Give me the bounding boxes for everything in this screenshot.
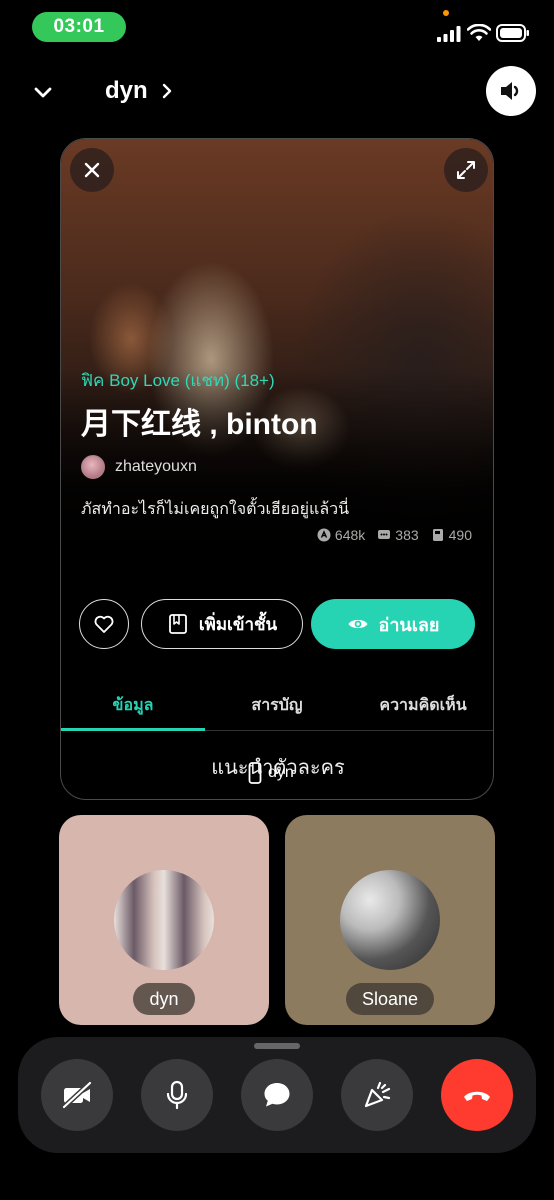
story-description: ภัสทำอะไรก็ไม่เคยถูกใจตั้วเฮียอยู่แล้วนี… — [81, 501, 350, 518]
comments-count: 383 — [395, 527, 419, 543]
add-to-library-label: เพิ่มเข้าชั้น — [198, 614, 278, 634]
phone-icon — [248, 762, 262, 784]
participant-name: Sloane — [346, 983, 434, 1015]
avatar — [340, 870, 440, 970]
reads-stat: 648k — [317, 527, 365, 543]
call-header: dyn — [0, 64, 554, 120]
screen-share-tag: dyn — [248, 762, 294, 784]
author-avatar — [81, 455, 105, 479]
story-tabs: ข้อมูล สารบัญ ความคิดเห็น — [61, 679, 493, 731]
tab-comments[interactable]: ความคิดเห็น — [351, 693, 493, 718]
mic-toggle-button[interactable] — [141, 1059, 213, 1131]
participant-tile[interactable]: dyn — [59, 815, 269, 1025]
participant-name: dyn — [133, 983, 195, 1015]
avatar — [114, 870, 214, 970]
author-row[interactable]: zhateyouxn — [81, 455, 197, 479]
author-name: zhateyouxn — [115, 458, 197, 475]
end-call-button[interactable] — [441, 1059, 513, 1131]
call-title[interactable]: dyn — [105, 77, 148, 105]
chevron-down-icon[interactable] — [30, 79, 56, 105]
story-stats: 648k 383 490 — [305, 527, 472, 543]
eye-icon — [348, 619, 368, 629]
chapters-count: 490 — [448, 527, 472, 543]
active-tab-indicator — [61, 728, 205, 731]
tab-contents[interactable]: สารบัญ — [205, 693, 349, 718]
battery-icon — [496, 24, 529, 42]
comment-icon — [378, 530, 391, 539]
end-call-icon — [464, 1091, 490, 1101]
chat-bubble-icon — [264, 1083, 290, 1107]
shared-story-card: ฟิค Boy Love (แชท) (18+) 月下红线 , binton z… — [60, 138, 494, 800]
sheet-grabber[interactable] — [254, 1043, 300, 1049]
book-icon — [168, 614, 187, 634]
effects-button[interactable] — [341, 1059, 413, 1131]
tab-info[interactable]: ข้อมูล — [61, 693, 205, 718]
participant-tile[interactable]: Sloane — [285, 815, 495, 1025]
mic-icon — [166, 1080, 188, 1110]
add-to-library-button[interactable]: เพิ่มเข้าชั้น — [141, 599, 303, 649]
privacy-indicator — [443, 10, 449, 16]
close-share-button[interactable] — [70, 148, 114, 192]
share-tag-label: dyn — [268, 764, 294, 781]
reads-count: 648k — [334, 527, 366, 543]
favorite-button[interactable] — [79, 599, 129, 649]
chevron-right-icon[interactable] — [158, 82, 176, 100]
story-actions: เพิ่มเข้าชั้น อ่านเลย — [79, 599, 479, 649]
status-bar: 03:01 — [0, 0, 554, 56]
time-pill[interactable]: 03:01 — [32, 12, 126, 42]
wifi-icon — [467, 24, 491, 41]
expand-icon — [457, 161, 475, 179]
close-icon — [84, 162, 100, 178]
read-now-label: อ่านเลย — [378, 614, 440, 635]
cellular-signal-icon — [437, 26, 461, 42]
chapter-icon — [432, 529, 443, 541]
expand-button[interactable] — [444, 148, 488, 192]
camera-toggle-button[interactable] — [41, 1059, 113, 1131]
camera-off-icon — [61, 1080, 93, 1110]
story-genre: ฟิค Boy Love (แชท) (18+) — [81, 371, 275, 390]
chat-button[interactable] — [241, 1059, 313, 1131]
reads-icon — [317, 528, 331, 542]
speaker-icon — [501, 82, 519, 100]
story-title: 月下红线 , binton — [81, 408, 318, 441]
read-now-button[interactable]: อ่านเลย — [311, 599, 475, 649]
heart-icon — [94, 615, 114, 633]
call-control-bar — [18, 1037, 536, 1153]
speaker-button[interactable] — [486, 66, 536, 116]
comments-stat: 383 — [377, 527, 419, 543]
chapters-stat: 490 — [431, 527, 472, 543]
effects-icon — [364, 1081, 391, 1108]
